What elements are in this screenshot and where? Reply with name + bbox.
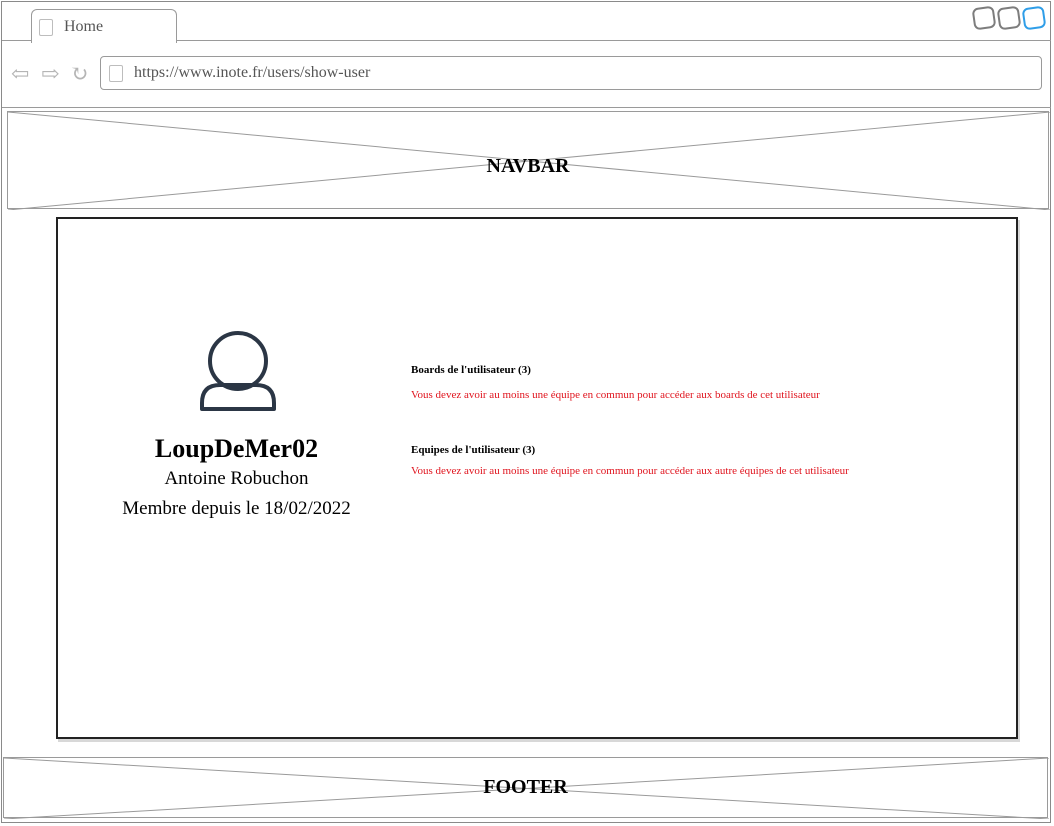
maximize-button[interactable] [996,5,1022,31]
teams-access-warning: Vous devez avoir au moins une équipe en … [411,465,849,477]
full-name: Antoine Robuchon [164,468,309,489]
window-controls [971,5,1047,31]
user-avatar-icon [200,331,276,411]
browser-tab[interactable]: Home [31,9,177,43]
forward-arrow-icon[interactable]: ⇨ [41,63,59,85]
address-row: ⇦ ⇨ ↻ https://www.inote.fr/users/show-us… [2,41,1051,108]
boards-access-warning: Vous devez avoir au moins une équipe en … [411,389,820,401]
member-since: Membre depuis le 18/02/2022 [122,498,351,519]
footer-label: FOOTER [483,776,568,798]
navbar-placeholder: NAVBAR [7,111,1050,210]
tab-title: Home [64,18,104,35]
navbar-label: NAVBAR [486,155,570,177]
user-profile-card: LoupDeMer02 Antoine Robuchon Membre depu… [56,217,1018,739]
reload-icon[interactable]: ↻ [70,63,88,85]
tab-strip: Home [2,2,1051,43]
address-bar[interactable]: https://www.inote.fr/users/show-user [100,56,1042,90]
back-arrow-icon[interactable]: ⇦ [11,63,29,85]
username: LoupDeMer02 [154,434,319,463]
minimize-button[interactable] [971,5,997,31]
footer-placeholder: FOOTER [3,757,1049,819]
url-text: https://www.inote.fr/users/show-user [134,64,371,81]
close-button[interactable] [1021,5,1047,31]
page-icon [109,65,123,82]
teams-section-title: Equipes de l'utilisateur (3) [411,444,536,456]
boards-section-title: Boards de l'utilisateur (3) [411,364,531,376]
page-icon [39,19,53,36]
